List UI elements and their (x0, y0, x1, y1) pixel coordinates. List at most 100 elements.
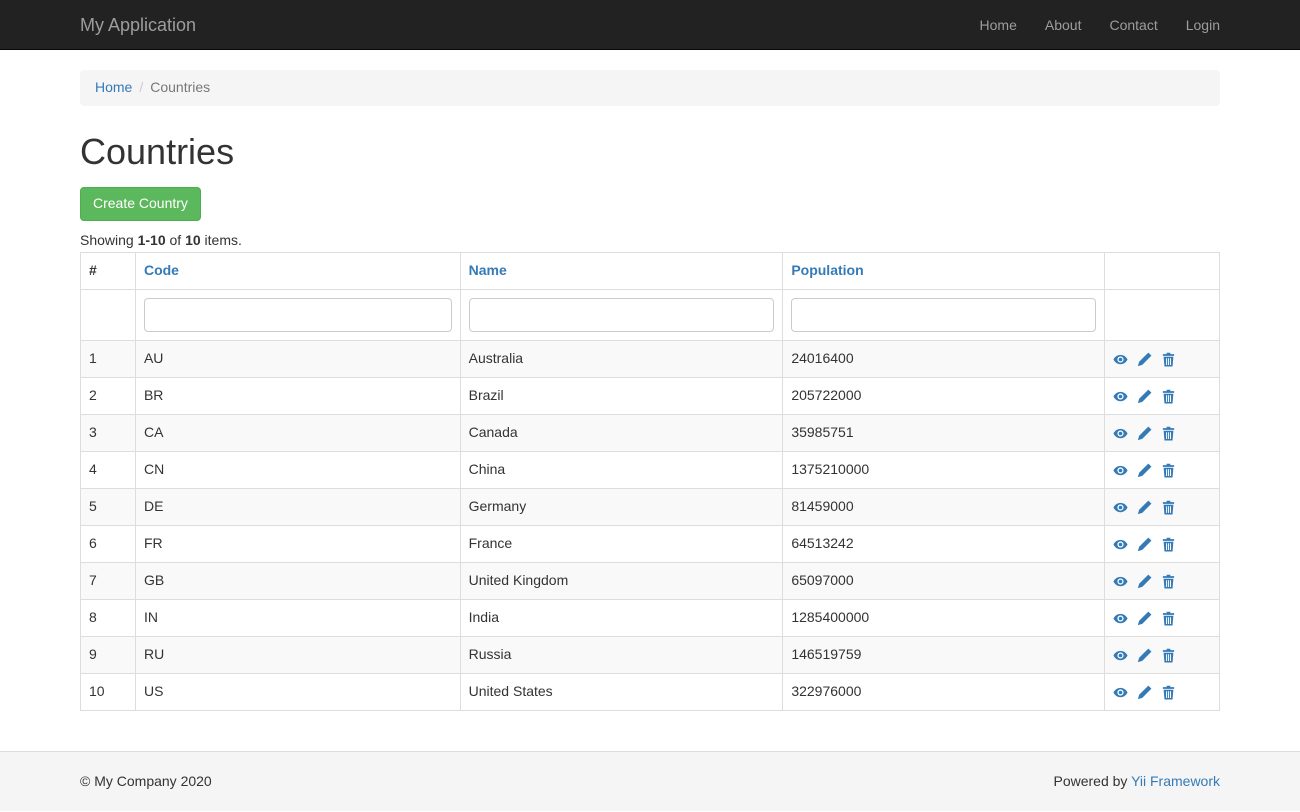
row-name: Canada (460, 415, 783, 452)
pencil-icon (1137, 463, 1152, 478)
view-button[interactable] (1113, 611, 1128, 626)
nav-item-contact[interactable]: Contact (1095, 0, 1171, 50)
summary-total: 10 (185, 232, 201, 248)
update-button[interactable] (1137, 574, 1152, 589)
delete-button[interactable] (1161, 389, 1176, 404)
header-sort-population[interactable]: Population (791, 262, 863, 278)
row-code: GB (135, 563, 460, 600)
row-name: India (460, 600, 783, 637)
row-name: Germany (460, 489, 783, 526)
code-filter-input[interactable] (144, 298, 452, 332)
trash-icon (1161, 574, 1176, 589)
delete-button[interactable] (1161, 463, 1176, 478)
row-name: Brazil (460, 378, 783, 415)
row-name: United States (460, 674, 783, 711)
population-filter-input[interactable] (791, 298, 1096, 332)
delete-button[interactable] (1161, 500, 1176, 515)
view-button[interactable] (1113, 463, 1128, 478)
delete-button[interactable] (1161, 648, 1176, 663)
pencil-icon (1137, 574, 1152, 589)
row-code: US (135, 674, 460, 711)
update-button[interactable] (1137, 685, 1152, 700)
eye-icon (1113, 648, 1128, 663)
update-button[interactable] (1137, 389, 1152, 404)
brand-link[interactable]: My Application (80, 15, 196, 35)
breadcrumb-home-link[interactable]: Home (95, 79, 132, 95)
update-button[interactable] (1137, 426, 1152, 441)
update-button[interactable] (1137, 500, 1152, 515)
header-index: # (81, 253, 136, 290)
summary-prefix: Showing (80, 232, 138, 248)
trash-icon (1161, 685, 1176, 700)
trash-icon (1161, 648, 1176, 663)
header-sort-name[interactable]: Name (469, 262, 507, 278)
table-header-row: # Code Name Population (81, 253, 1220, 290)
main-content: Home / Countries Countries Create Countr… (65, 70, 1235, 711)
view-button[interactable] (1113, 352, 1128, 367)
trash-icon (1161, 537, 1176, 552)
yii-framework-link[interactable]: Yii Framework (1131, 773, 1220, 789)
table-row: 5 DE Germany 81459000 (81, 489, 1220, 526)
view-button[interactable] (1113, 500, 1128, 515)
table-row: 9 RU Russia 146519759 (81, 637, 1220, 674)
row-index: 8 (81, 600, 136, 637)
view-button[interactable] (1113, 426, 1128, 441)
name-filter-input[interactable] (469, 298, 775, 332)
row-code: RU (135, 637, 460, 674)
trash-icon (1161, 352, 1176, 367)
trash-icon (1161, 426, 1176, 441)
row-code: FR (135, 526, 460, 563)
row-population: 1375210000 (783, 452, 1105, 489)
row-index: 5 (81, 489, 136, 526)
update-button[interactable] (1137, 648, 1152, 663)
pencil-icon (1137, 352, 1152, 367)
delete-button[interactable] (1161, 611, 1176, 626)
view-button[interactable] (1113, 537, 1128, 552)
update-button[interactable] (1137, 352, 1152, 367)
summary-range: 1-10 (138, 232, 166, 248)
delete-button[interactable] (1161, 574, 1176, 589)
delete-button[interactable] (1161, 685, 1176, 700)
navbar-menu: Home About Contact Login (966, 0, 1220, 50)
view-button[interactable] (1113, 648, 1128, 663)
row-population: 64513242 (783, 526, 1105, 563)
table-row: 4 CN China 1375210000 (81, 452, 1220, 489)
trash-icon (1161, 500, 1176, 515)
row-population: 322976000 (783, 674, 1105, 711)
copyright: © My Company 2020 (80, 772, 212, 792)
pencil-icon (1137, 426, 1152, 441)
delete-button[interactable] (1161, 426, 1176, 441)
create-country-button[interactable]: Create Country (80, 187, 201, 221)
table-row: 7 GB United Kingdom 65097000 (81, 563, 1220, 600)
update-button[interactable] (1137, 611, 1152, 626)
row-name: Russia (460, 637, 783, 674)
table-row: 1 AU Australia 24016400 (81, 341, 1220, 378)
row-index: 3 (81, 415, 136, 452)
update-button[interactable] (1137, 463, 1152, 478)
table-body: 1 AU Australia 24016400 (81, 341, 1220, 711)
row-index: 10 (81, 674, 136, 711)
eye-icon (1113, 537, 1128, 552)
pencil-icon (1137, 611, 1152, 626)
row-population: 65097000 (783, 563, 1105, 600)
trash-icon (1161, 463, 1176, 478)
powered-by-text: Powered by (1053, 773, 1131, 789)
row-name: France (460, 526, 783, 563)
row-code: AU (135, 341, 460, 378)
eye-icon (1113, 574, 1128, 589)
header-sort-code[interactable]: Code (144, 262, 179, 278)
delete-button[interactable] (1161, 352, 1176, 367)
view-button[interactable] (1113, 389, 1128, 404)
nav-item-home[interactable]: Home (966, 0, 1031, 50)
view-button[interactable] (1113, 685, 1128, 700)
nav-item-about[interactable]: About (1031, 0, 1096, 50)
update-button[interactable] (1137, 537, 1152, 552)
row-code: CN (135, 452, 460, 489)
row-population: 146519759 (783, 637, 1105, 674)
row-index: 2 (81, 378, 136, 415)
view-button[interactable] (1113, 574, 1128, 589)
nav-item-login[interactable]: Login (1172, 0, 1220, 50)
delete-button[interactable] (1161, 537, 1176, 552)
footer: © My Company 2020 Powered by Yii Framewo… (0, 751, 1300, 811)
summary-middle: of (166, 232, 185, 248)
